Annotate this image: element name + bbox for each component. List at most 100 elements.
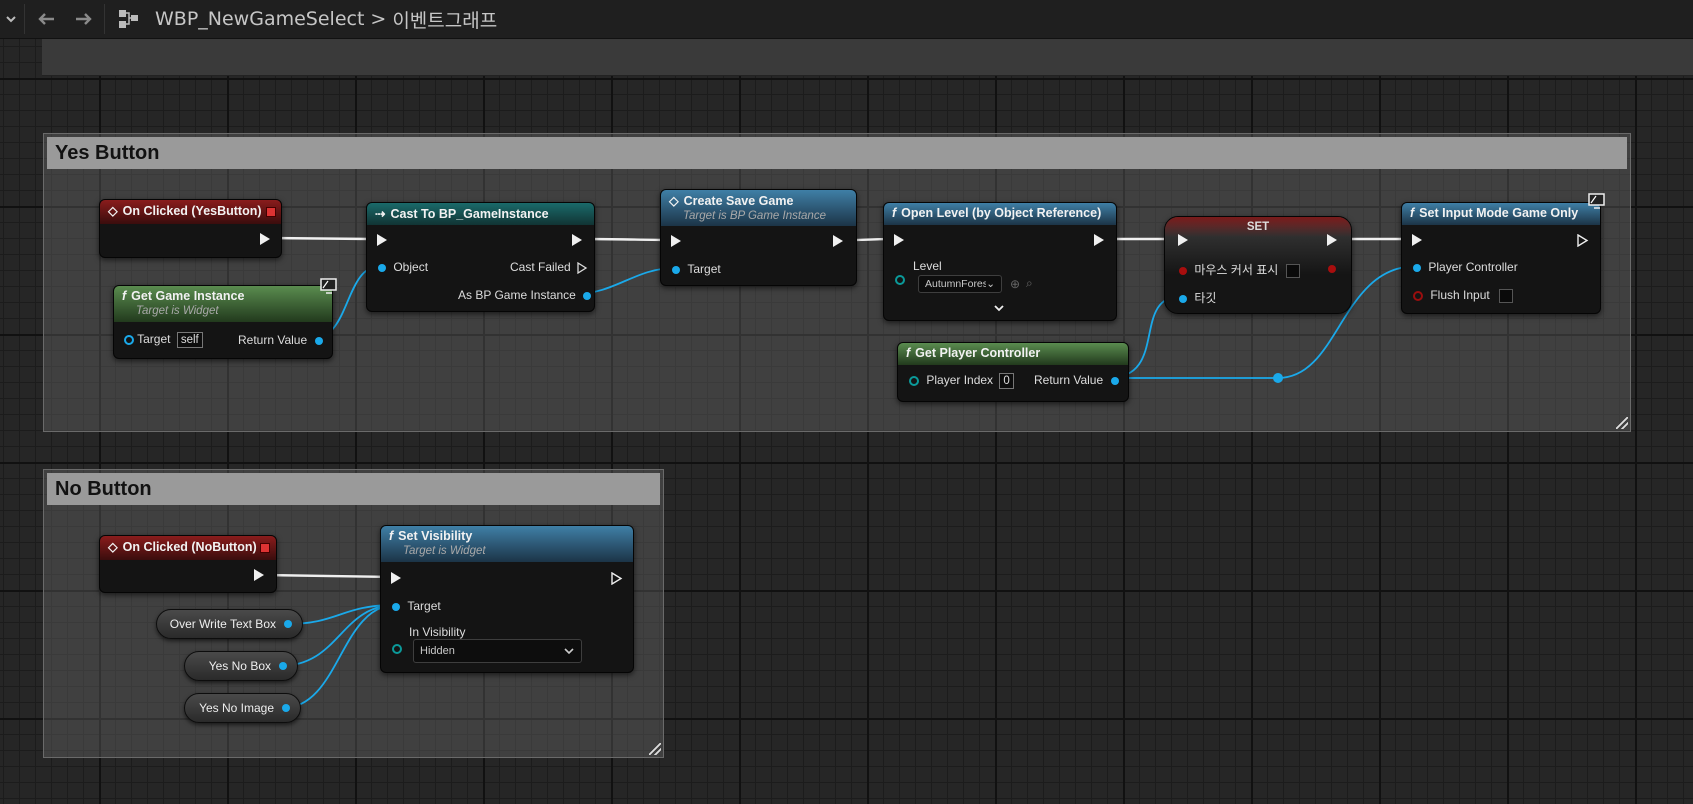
node-create-save-game[interactable]: ◇ Create Save Game Target is BP Game Inst… (660, 189, 857, 286)
search-icon[interactable]: ⌕ (1026, 276, 1033, 291)
player-index-value[interactable]: 0 (999, 373, 1014, 389)
node-title: Cast To BP_GameInstance (390, 207, 549, 221)
pin-label: Player Index (926, 373, 994, 387)
exec-in-pin[interactable] (377, 234, 387, 246)
exec-out-pin[interactable] (260, 233, 270, 245)
object-pin-icon (1179, 294, 1187, 303)
resize-handle-icon[interactable] (1616, 417, 1628, 429)
divider (104, 4, 105, 34)
enum-pin-icon (392, 643, 402, 654)
node-on-clicked-no[interactable]: ◇ On Clicked (NoButton) (99, 535, 277, 593)
exec-in-pin[interactable] (391, 572, 401, 584)
show-mouse-cursor-out-pin[interactable] (1328, 261, 1336, 275)
node-title: Get Player Controller (915, 346, 1041, 360)
bool-checkbox[interactable] (1285, 263, 1300, 278)
variable-label: Yes No Image (199, 701, 274, 715)
exec-in-pin[interactable] (671, 235, 681, 247)
node-set-input-mode[interactable]: f Set Input Mode Game Only Player Control… (1401, 202, 1601, 314)
node-get-game-instance[interactable]: f Get Game Instance Target is Widget Targ… (113, 285, 333, 359)
pin-label: Return Value (238, 333, 308, 347)
object-pin-icon (1110, 376, 1119, 385)
flush-input-pin[interactable]: Flush Input (1413, 288, 1514, 303)
soft-object-pin-icon[interactable] (895, 275, 905, 285)
pin-label: In Visibility (409, 625, 466, 639)
node-title: Get Game Instance (131, 289, 245, 303)
exec-out-pin[interactable] (1327, 234, 1337, 246)
graph-overlay-bar (42, 39, 1693, 76)
exec-out-outline-icon[interactable] (1577, 234, 1589, 247)
cast-failed-pin[interactable]: Cast Failed (510, 260, 588, 275)
return-value-pin[interactable]: Return Value (1034, 373, 1119, 387)
breadcrumb-blueprint[interactable]: WBP_NewGameSelect (155, 8, 364, 30)
object-pin-icon (282, 704, 290, 712)
integer-pin-icon (909, 375, 919, 386)
node-title: On Clicked (YesButton) (122, 204, 262, 218)
variable-yes-no-box[interactable]: Yes No Box (184, 651, 298, 681)
resize-handle-icon[interactable] (649, 743, 661, 755)
exec-out-pin[interactable] (254, 569, 264, 581)
pin-label: As BP Game Instance (458, 288, 576, 302)
bool-pin-icon (1179, 266, 1187, 275)
bool-pin-icon (1328, 264, 1336, 273)
visibility-value: Hidden (420, 645, 455, 657)
exec-in-pin[interactable] (894, 234, 904, 246)
event-icon: ◇ (108, 204, 118, 218)
function-icon: f (906, 346, 911, 360)
bool-checkbox[interactable] (1499, 288, 1514, 303)
node-set-visibility[interactable]: f Set Visibility Target is Widget Target … (380, 525, 634, 673)
as-bp-game-instance-pin[interactable]: As BP Game Instance (458, 288, 592, 302)
browse-asset-icon[interactable]: ⊕ (1010, 277, 1020, 291)
node-cast-to-gameinstance[interactable]: ⇢ Cast To BP_GameInstance Object Cast Fai… (366, 202, 595, 312)
exec-in-pin[interactable] (1412, 234, 1422, 246)
cast-arrow-icon: ⇢ (375, 207, 386, 221)
player-index-pin[interactable]: Player Index 0 (909, 373, 1014, 389)
target-pin[interactable]: Target (672, 262, 721, 276)
node-subtitle: Target is Widget (403, 545, 486, 557)
breadcrumb-graph[interactable]: 이벤트그래프 (392, 6, 497, 33)
object-pin-icon (124, 334, 134, 345)
node-open-level[interactable]: f Open Level (by Object Reference) Level … (883, 202, 1117, 321)
event-icon: ◇ (108, 540, 118, 554)
level-asset-dropdown[interactable]: AutumnForest_C ⌄ (918, 275, 1002, 293)
back-arrow-icon[interactable] (36, 0, 56, 38)
forward-arrow-icon[interactable] (74, 0, 94, 38)
object-pin-icon (583, 291, 592, 300)
exec-out-outline-icon[interactable] (611, 572, 623, 585)
breadcrumb: WBP_NewGameSelect > 이벤트그래프 (155, 0, 497, 38)
object-pin-icon (378, 263, 386, 272)
in-visibility-pin[interactable] (392, 641, 402, 655)
object-pin-icon (314, 336, 323, 345)
function-icon: ◇ (669, 194, 679, 208)
target-value[interactable]: self (176, 332, 203, 348)
exec-out-pin[interactable] (833, 235, 843, 247)
variable-over-write-text-box[interactable]: Over Write Text Box (156, 609, 303, 639)
event-delegate-icon (266, 207, 276, 217)
target-pin[interactable]: Target (392, 599, 441, 613)
variable-yes-no-image[interactable]: Yes No Image (184, 693, 301, 723)
client-only-monitor-icon (1587, 192, 1605, 209)
comment-title[interactable]: No Button (47, 473, 660, 505)
node-title: Set Visibility (398, 529, 473, 543)
player-controller-pin[interactable]: Player Controller (1413, 260, 1518, 274)
exec-out-pin[interactable] (1094, 234, 1104, 246)
object-pin[interactable]: Object (378, 260, 428, 274)
target-pin[interactable]: Target self (124, 332, 203, 348)
pin-label: Target (687, 262, 721, 276)
blueprint-graph-icon (118, 0, 140, 38)
expand-chevron-icon[interactable] (993, 301, 1005, 315)
node-on-clicked-yes[interactable]: ◇ On Clicked (YesButton) (99, 199, 282, 258)
exec-out-pin[interactable] (572, 234, 582, 246)
pin-label: Flush Input (1430, 288, 1490, 302)
level-pin (895, 259, 905, 285)
comment-title[interactable]: Yes Button (47, 137, 1627, 169)
target-pin[interactable]: 타깃 (1179, 289, 1216, 306)
node-get-player-controller[interactable]: f Get Player Controller Player Index 0 Re… (897, 342, 1129, 402)
return-value-pin[interactable]: Return Value (238, 333, 323, 347)
exec-in-pin[interactable] (1178, 234, 1188, 246)
node-subtitle: Target is BP Game Instance (683, 210, 826, 222)
show-mouse-cursor-pin[interactable]: 마우스 커서 표시 (1179, 261, 1300, 278)
visibility-dropdown[interactable]: Hidden (413, 639, 582, 663)
chevron-down-icon[interactable] (4, 0, 18, 38)
node-subtitle: Target is Widget (136, 305, 219, 317)
node-set-variable[interactable]: SET 마우스 커서 표시 타깃 (1164, 216, 1352, 314)
